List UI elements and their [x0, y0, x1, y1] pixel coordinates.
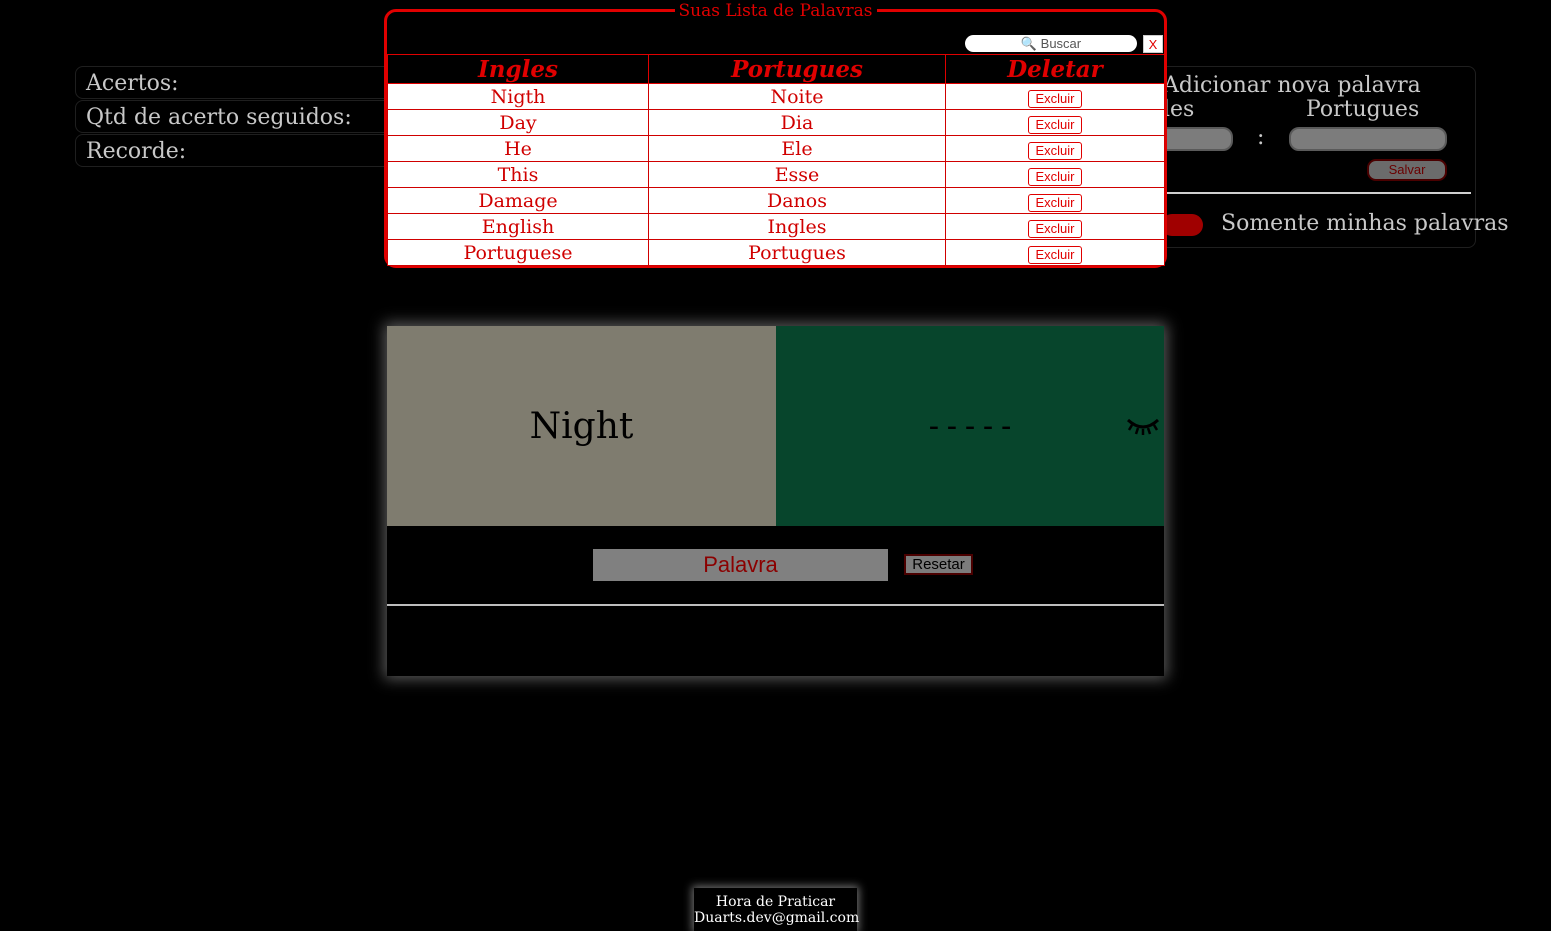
delete-button[interactable]: Excluir	[1028, 141, 1082, 160]
footer: Hora de Praticar Duarts.dev@gmail.com	[694, 888, 860, 931]
english-cell: Damage	[387, 187, 649, 214]
delete-button[interactable]: Excluir	[1028, 245, 1082, 264]
english-cell: Portuguese	[387, 239, 649, 266]
game-divider	[387, 604, 1164, 606]
english-cell: Nigth	[387, 83, 649, 110]
word-list-modal: Suas Lista de Palavras 🔍 Buscar X Ingles…	[384, 1, 1167, 268]
add-word-panel: Adicionar nova palavra les Portugues : S…	[1140, 66, 1509, 248]
english-cell: This	[387, 161, 649, 188]
close-button[interactable]: X	[1143, 35, 1163, 53]
header-portuguese: Portugues	[648, 54, 946, 84]
save-button[interactable]: Salvar	[1367, 159, 1447, 181]
portuguese-cell: Portugues	[648, 239, 946, 266]
delete-cell: Excluir	[945, 187, 1165, 214]
table-row: He Ele Excluir	[387, 135, 1165, 162]
portuguese-cell: Ele	[648, 135, 946, 162]
add-word-title: Adicionar nova palavra	[1163, 73, 1421, 98]
english-cell: Day	[387, 109, 649, 136]
delete-button[interactable]: Excluir	[1028, 167, 1082, 186]
divider	[1167, 192, 1471, 194]
delete-cell: Excluir	[945, 239, 1165, 266]
delete-button[interactable]: Excluir	[1028, 193, 1082, 212]
delete-button[interactable]: Excluir	[1028, 89, 1082, 108]
portuguese-cell: Esse	[648, 161, 946, 188]
portuguese-cell: Dia	[648, 109, 946, 136]
hits-counter: Acertos:	[75, 66, 405, 99]
table-row: Portuguese Portugues Excluir	[387, 239, 1165, 266]
portuguese-word-input[interactable]	[1289, 127, 1447, 151]
portuguese-cell: Ingles	[648, 213, 946, 240]
table-header-row: Ingles Portugues Deletar	[387, 54, 1165, 84]
table-row: Damage Danos Excluir	[387, 187, 1165, 214]
footer-email: Duarts.dev@gmail.com	[694, 910, 860, 926]
only-mine-toggle[interactable]	[1161, 214, 1203, 236]
prompt-word: Night	[529, 405, 634, 447]
modal-title: Suas Lista de Palavras	[387, 1, 1164, 21]
reset-button[interactable]: Resetar	[904, 554, 973, 575]
separator: :	[1257, 125, 1265, 150]
delete-cell: Excluir	[945, 109, 1165, 136]
delete-button[interactable]: Excluir	[1028, 115, 1082, 134]
only-mine-label: Somente minhas palavras	[1221, 211, 1509, 236]
english-column-label: les	[1163, 97, 1195, 122]
english-cell: English	[387, 213, 649, 240]
table-row: Nigth Noite Excluir	[387, 83, 1165, 110]
portuguese-cell: Danos	[648, 187, 946, 214]
portuguese-cell: Noite	[648, 83, 946, 110]
answer-card[interactable]: -----	[776, 326, 1164, 526]
table-row: This Esse Excluir	[387, 161, 1165, 188]
delete-cell: Excluir	[945, 83, 1165, 110]
delete-cell: Excluir	[945, 161, 1165, 188]
word-table: Ingles Portugues Deletar Nigth Noite Exc…	[387, 54, 1165, 266]
header-english: Ingles	[387, 54, 649, 84]
record-counter: Recorde:	[75, 134, 405, 167]
answer-input[interactable]: Palavra	[593, 549, 888, 581]
modal-title-text: Suas Lista de Palavras	[674, 1, 877, 21]
prompt-card: Night	[387, 326, 776, 526]
streak-counter: Qtd de acerto seguidos:	[75, 100, 405, 133]
eye-closed-icon[interactable]	[1126, 414, 1160, 436]
delete-cell: Excluir	[945, 135, 1165, 162]
stats-panel: Acertos: Qtd de acerto seguidos: Recorde…	[75, 66, 405, 168]
table-row: Day Dia Excluir	[387, 109, 1165, 136]
delete-cell: Excluir	[945, 213, 1165, 240]
search-input[interactable]: 🔍 Buscar	[965, 35, 1137, 52]
table-row: English Ingles Excluir	[387, 213, 1165, 240]
portuguese-column-label: Portugues	[1306, 97, 1420, 122]
header-delete: Deletar	[945, 54, 1165, 84]
delete-button[interactable]: Excluir	[1028, 219, 1082, 238]
flashcard-game: Night ----- Palavra Resetar	[387, 326, 1164, 676]
footer-tagline: Hora de Praticar	[715, 894, 836, 910]
hidden-answer: -----	[924, 408, 1016, 444]
english-cell: He	[387, 135, 649, 162]
